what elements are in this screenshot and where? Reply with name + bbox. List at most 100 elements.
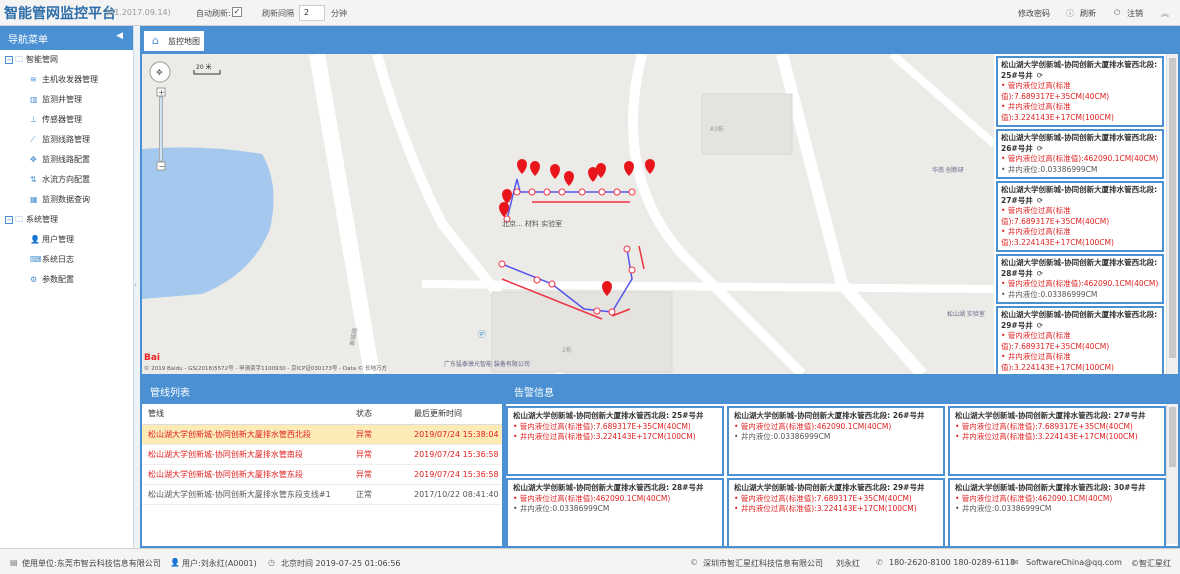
alarm-pin-icon[interactable] [502,189,512,204]
map-svg[interactable]: ✥ + − 20 米 北京... 材料 实验室 A3栋 华南 创新研 松山湖 实… [142,54,994,374]
alarm-line: • 管内液位过高(标准值):462090.1CM(40CM) [734,421,892,431]
manhole-marker[interactable] [558,188,566,196]
nav-item-sensor[interactable]: ⊥ 传感器管理 [0,110,133,130]
alarm-side-card[interactable]: 松山湖大学创新城-协同创新大厦排水管西北段: 27#号井 ⟳ • 管内液位过高(标… [996,181,1164,252]
alarm-pin-icon[interactable] [645,159,655,174]
alarm-pin-icon[interactable] [596,163,606,178]
collapse-header-icon[interactable]: ︽ [1161,8,1169,19]
alarm-line-text: 管内液位过高(标准值):462090.1CM(40CM) [1007,154,1159,163]
alarm-line-text: 管内液位过高(标准值):7.689317E+35CM(40CM) [1001,331,1110,351]
table-row[interactable]: 松山湖大学创新城-协同创新大厦排水管东段 异常 2019/07/24 15:36… [142,464,502,485]
alarm-card[interactable]: 松山湖大学创新城-协同创新大厦排水管西北段: 30#号井 • 管内液位过高(标准… [948,478,1166,548]
alarm-line: • 井内液位过高(标准值):3.224143E+17CM(100CM) [513,432,696,441]
tab-monitor-map[interactable]: ⌂ 监控地图 [144,31,204,51]
baidu-logo: Bai [144,353,160,363]
nav-item-label: 主机收发器管理 [42,75,98,84]
alarm-pin-icon[interactable] [564,171,574,186]
alarm-line: • 井内液位过高(标准值):3.224143E+17CM(100CM) [734,504,917,513]
alarm-card[interactable]: 松山湖大学创新城-协同创新大厦排水管西北段: 25#号井 • 管内液位过高(标准… [506,406,724,476]
alarm-side-scrollbar[interactable] [1166,54,1178,374]
manhole-marker[interactable] [513,188,521,196]
alarm-side-card[interactable]: 松山湖大学创新城-协同创新大厦排水管西北段: 25#号井 ⟳ • 管内液位过高(标… [996,56,1164,127]
flow-arrow [638,245,645,270]
col-header[interactable]: 最后更新时间 [408,404,502,425]
alarm-line: • 管内液位过高(标准值):462090.1CM(40CM) [513,493,671,503]
pipeline-northwest[interactable] [506,178,634,220]
col-header[interactable]: 状态 [350,404,408,425]
info-icon: ⓘ [1066,9,1074,18]
alarm-pin-icon[interactable] [517,159,527,174]
nav-group-system[interactable]: − 🗀 系统管理 [0,210,133,230]
manhole-marker[interactable] [608,308,616,316]
alarm-pin-icon[interactable] [550,164,560,179]
refresh-icon[interactable]: ⟳ [1037,71,1043,80]
alarm-card[interactable]: 松山湖大学创新城-协同创新大厦排水管西北段: 29#号井 • 管内液位过高(标准… [727,478,945,548]
clock-icon: ◷ [268,558,275,567]
refresh-link[interactable]: 刷新 [1080,8,1096,19]
manhole-marker[interactable] [578,188,586,196]
manhole-marker[interactable] [548,280,556,288]
manhole-marker[interactable] [598,188,606,196]
alarm-pin-icon[interactable] [530,161,540,176]
alarm-card[interactable]: 松山湖大学创新城-协同创新大厦排水管西北段: 26#号井 • 管内液位过高(标准… [727,406,945,476]
pipeline-table: 管线 状态 最后更新时间 松山湖大学创新城-协同创新大厦排水管西北段 异常 20… [142,404,502,505]
scrollbar-thumb[interactable] [1169,407,1176,467]
zoom-slider-track[interactable] [159,96,163,162]
refresh-icon[interactable]: ⟳ [1037,321,1043,330]
interval-input[interactable]: 2 [299,5,325,21]
logout-link[interactable]: 注销 [1127,8,1143,19]
scrollbar-thumb[interactable] [1169,58,1176,358]
col-header[interactable]: 管线 [142,404,350,425]
map-canvas[interactable]: ✥ + − 20 米 北京... 材料 实验室 A3栋 华南 创新研 松山湖 实… [142,54,994,374]
nav-item-flow[interactable]: ⇅ 水流方向配置 [0,170,133,190]
alarm-side-card[interactable]: 松山湖大学创新城-协同创新大厦排水管西北段: 29#号井 ⟳ • 管内液位过高(标… [996,306,1164,374]
alarm-side-card[interactable]: 松山湖大学创新城-协同创新大厦排水管西北段: 28#号井 ⟳ • 管内液位过高(标… [996,254,1164,304]
alarm-line: • 管内液位过高(标准值):7.689317E+35CM(40CM) [1001,206,1110,226]
interval-label: 刷新间隔 [262,9,294,18]
map-label-guangdong: 广东猛泰激光智能 装备有限公司 [444,360,530,368]
alarm-grid-scrollbar[interactable] [1166,404,1178,544]
user-icon: 👤 [170,558,180,567]
manhole-marker[interactable] [528,188,536,196]
manhole-marker[interactable] [543,188,551,196]
alarm-line-text: 管内液位过高(标准值):462090.1CM(40CM) [961,493,1113,503]
table-row[interactable]: 松山湖大学创新城-协同创新大厦排水管西北段 异常 2019/07/24 15:3… [142,424,502,445]
alarm-line-text: 井内液位过高(标准值):3.224143E+17CM(100CM) [740,504,917,513]
alarm-info-panel: 告警信息 松山湖大学创新城-协同创新大厦排水管西北段: 25#号井 • 管内液位… [504,376,1180,548]
manhole-marker[interactable] [628,188,636,196]
nav-item-host[interactable]: ≋ 主机收发器管理 [0,70,133,90]
manhole-marker[interactable] [623,245,631,253]
alarm-card[interactable]: 松山湖大学创新城-协同创新大厦排水管西北段: 27#号井 • 管内液位过高(标准… [948,406,1166,476]
nav-item-well[interactable]: ▥ 监测井管理 [0,90,133,110]
nav-item-line-config[interactable]: ✥ 监测线路配置 [0,150,133,170]
refresh-icon[interactable]: ⟳ [1037,144,1043,153]
nav-item-users[interactable]: 👤 用户管理 [0,230,133,250]
refresh-icon[interactable]: ⟳ [1037,196,1043,205]
toggle-icon[interactable]: − [5,55,13,64]
footer-phone: 180-2620-8100 180-0289-6118 [889,558,1016,567]
refresh-icon[interactable]: ⟳ [1037,269,1043,278]
manhole-marker[interactable] [498,260,506,268]
change-password-link[interactable]: 修改密码 [1018,8,1050,19]
auto-refresh-checkbox[interactable]: ✓ [232,7,242,17]
nav-group-smart-pipe[interactable]: − 🗀 智能管网 [0,50,133,70]
alarm-card[interactable]: 松山湖大学创新城-协同创新大厦排水管西北段: 28#号井 • 管内液位过高(标准… [506,478,724,548]
manhole-marker[interactable] [628,266,636,274]
nav-item-query[interactable]: ▦ 监测数据查询 [0,190,133,210]
alarm-card-title: 松山湖大学创新城-协同创新大厦排水管西北段: 27#号井 [955,411,1146,420]
nav-item-log[interactable]: ⌨系统日志 [0,250,133,270]
manhole-marker[interactable] [533,276,541,284]
pipeline-time: 2017/10/22 08:41:40 [408,484,502,505]
manhole-marker[interactable] [613,188,621,196]
toggle-icon[interactable]: − [5,215,13,224]
nav-item-label: 参数配置 [42,275,74,284]
alarm-side-card[interactable]: 松山湖大学创新城-协同创新大厦排水管西北段: 26#号井 ⟳ • 管内液位过高(标… [996,129,1164,179]
table-row[interactable]: 松山湖大学创新城-协同创新大厦排水管东段支线#1 正常 2017/10/22 0… [142,484,502,505]
table-row[interactable]: 松山湖大学创新城-协同创新大厦排水管南段 异常 2019/07/24 15:36… [142,444,502,465]
alarm-pin-icon[interactable] [624,161,634,176]
nav-item-line[interactable]: ⟋ 监测线路管理 [0,130,133,150]
nav-item-params[interactable]: ⚙ 参数配置 [0,270,133,290]
user-icon: 👤 [30,235,40,244]
collapse-sidebar-icon[interactable]: ◀ [116,31,123,41]
manhole-marker[interactable] [593,307,601,315]
